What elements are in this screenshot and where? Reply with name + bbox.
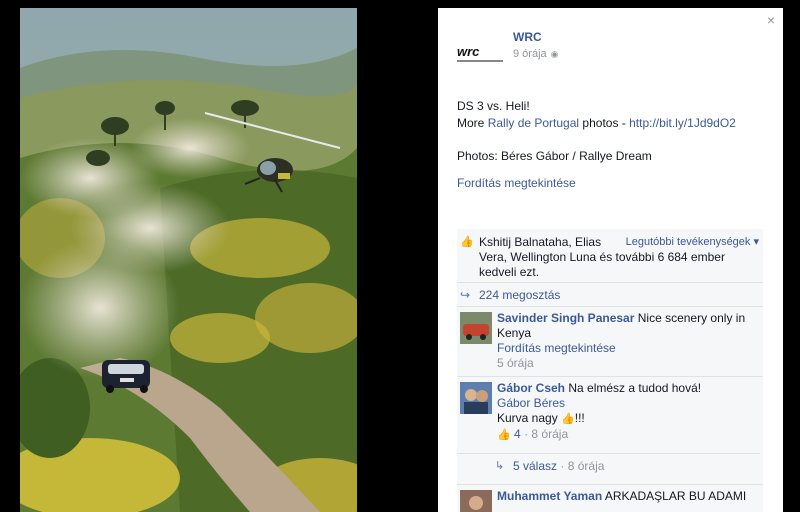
comment-text: Na elmész a tudod hová!	[568, 381, 702, 395]
comment-body: Muhammet Yaman ARKADAŞLAR BU ADAMI	[497, 489, 760, 504]
likes-summary: 👍 Kshitij Balnataha, Elias Vera, Welling…	[457, 229, 763, 283]
translate-link[interactable]: Fordítás megtekintése	[457, 176, 576, 190]
likes-names-line-1[interactable]: Kshitij Balnataha, Elias	[479, 235, 619, 250]
rally-photo-image	[20, 8, 357, 512]
post-line-2-prefix: More	[457, 116, 485, 130]
page-name-link[interactable]: WRC	[513, 30, 542, 44]
globe-icon: ◉	[550, 49, 559, 59]
comment-text: ARKADAŞLAR BU ADAMI	[604, 489, 747, 503]
shares-count[interactable]: 224 megosztás	[479, 288, 560, 302]
post-time[interactable]: 9 órája	[513, 48, 547, 60]
avatar[interactable]	[460, 382, 492, 414]
post-header: wrc WRC 9 órája ◉	[455, 29, 765, 69]
comment-line-2-suffix: !!!	[574, 411, 585, 425]
post-line-3: Photos: Béres Gábor / Rallye Dream	[457, 149, 652, 163]
comment: Muhammet Yaman ARKADAŞLAR BU ADAMI	[457, 485, 763, 512]
comment: Gábor Cseh Na elmész a tudod hová! Gábor…	[457, 377, 763, 485]
comment-author[interactable]: Muhammet Yaman	[497, 489, 602, 503]
thumbs-up-icon: 👍	[497, 429, 511, 441]
post-sidebar: × wrc WRC 9 órája ◉ DS 3 vs. Heli! More R…	[438, 8, 783, 512]
replies-link[interactable]: 5 válasz	[513, 459, 557, 473]
close-icon[interactable]: ×	[767, 12, 775, 28]
comment: Savinder Singh Panesar Nice scenery only…	[457, 307, 763, 377]
wrc-logo[interactable]: wrc	[455, 41, 505, 65]
rally-photo[interactable]	[20, 8, 357, 512]
avatar[interactable]	[460, 490, 492, 512]
sort-dropdown[interactable]: Legutóbbi tevékenységek ▾	[626, 235, 759, 250]
post-line-2: More Rally de Portugal photos - http://b…	[457, 115, 777, 132]
share-icon: ↪	[460, 288, 471, 302]
post-meta: 9 órája ◉	[513, 48, 559, 60]
comment-translate-link[interactable]: Fordítás megtekintése	[497, 341, 760, 356]
replies-row[interactable]: ↳ 5 válasz · 8 órája	[457, 453, 760, 479]
comment-like-count[interactable]: 4	[514, 427, 521, 441]
tagged-user-link[interactable]: Gábor Béres	[497, 396, 760, 411]
comment-author[interactable]: Savinder Singh Panesar	[497, 311, 634, 325]
comment-line-2-text: Kurva nagy	[497, 411, 558, 425]
photos-url-link[interactable]: http://bit.ly/1Jd9dO2	[629, 116, 736, 130]
feedback-panel: 👍 Kshitij Balnataha, Elias Vera, Welling…	[457, 229, 763, 512]
post-line-1: DS 3 vs. Heli!	[457, 99, 530, 113]
comment-meta-separator: ·	[524, 427, 529, 441]
comment-body: Gábor Cseh Na elmész a tudod hová!	[497, 381, 760, 396]
replies-separator: ·	[560, 459, 565, 473]
photo-viewer: × wrc WRC 9 órája ◉ DS 3 vs. Heli! More R…	[0, 0, 800, 512]
comment-body: Savinder Singh Panesar Nice scenery only…	[497, 311, 760, 341]
avatar[interactable]	[460, 312, 492, 344]
comment-time[interactable]: 5 órája	[497, 356, 760, 371]
svg-text:wrc: wrc	[457, 44, 480, 59]
comment-author[interactable]: Gábor Cseh	[497, 381, 565, 395]
replies-time[interactable]: 8 órája	[568, 459, 605, 473]
comment-meta: 👍 4 · 8 órája	[497, 427, 760, 443]
thumbs-up-icon: 👍	[561, 413, 575, 425]
thumbs-up-icon: 👍	[460, 236, 474, 248]
shares-row[interactable]: ↪ 224 megosztás	[457, 283, 763, 307]
likes-names-line-2[interactable]: Vera, Wellington Luna és további 6 684 e…	[479, 250, 760, 280]
reply-arrow-icon: ↳	[495, 460, 505, 472]
comment-time[interactable]: 8 órája	[531, 427, 568, 441]
comment-line-2: Kurva nagy 👍!!!	[497, 411, 760, 427]
post-line-2-mid: photos -	[582, 116, 626, 130]
post-message: DS 3 vs. Heli! More Rally de Portugal ph…	[457, 98, 777, 165]
rally-de-portugal-link[interactable]: Rally de Portugal	[488, 116, 579, 130]
